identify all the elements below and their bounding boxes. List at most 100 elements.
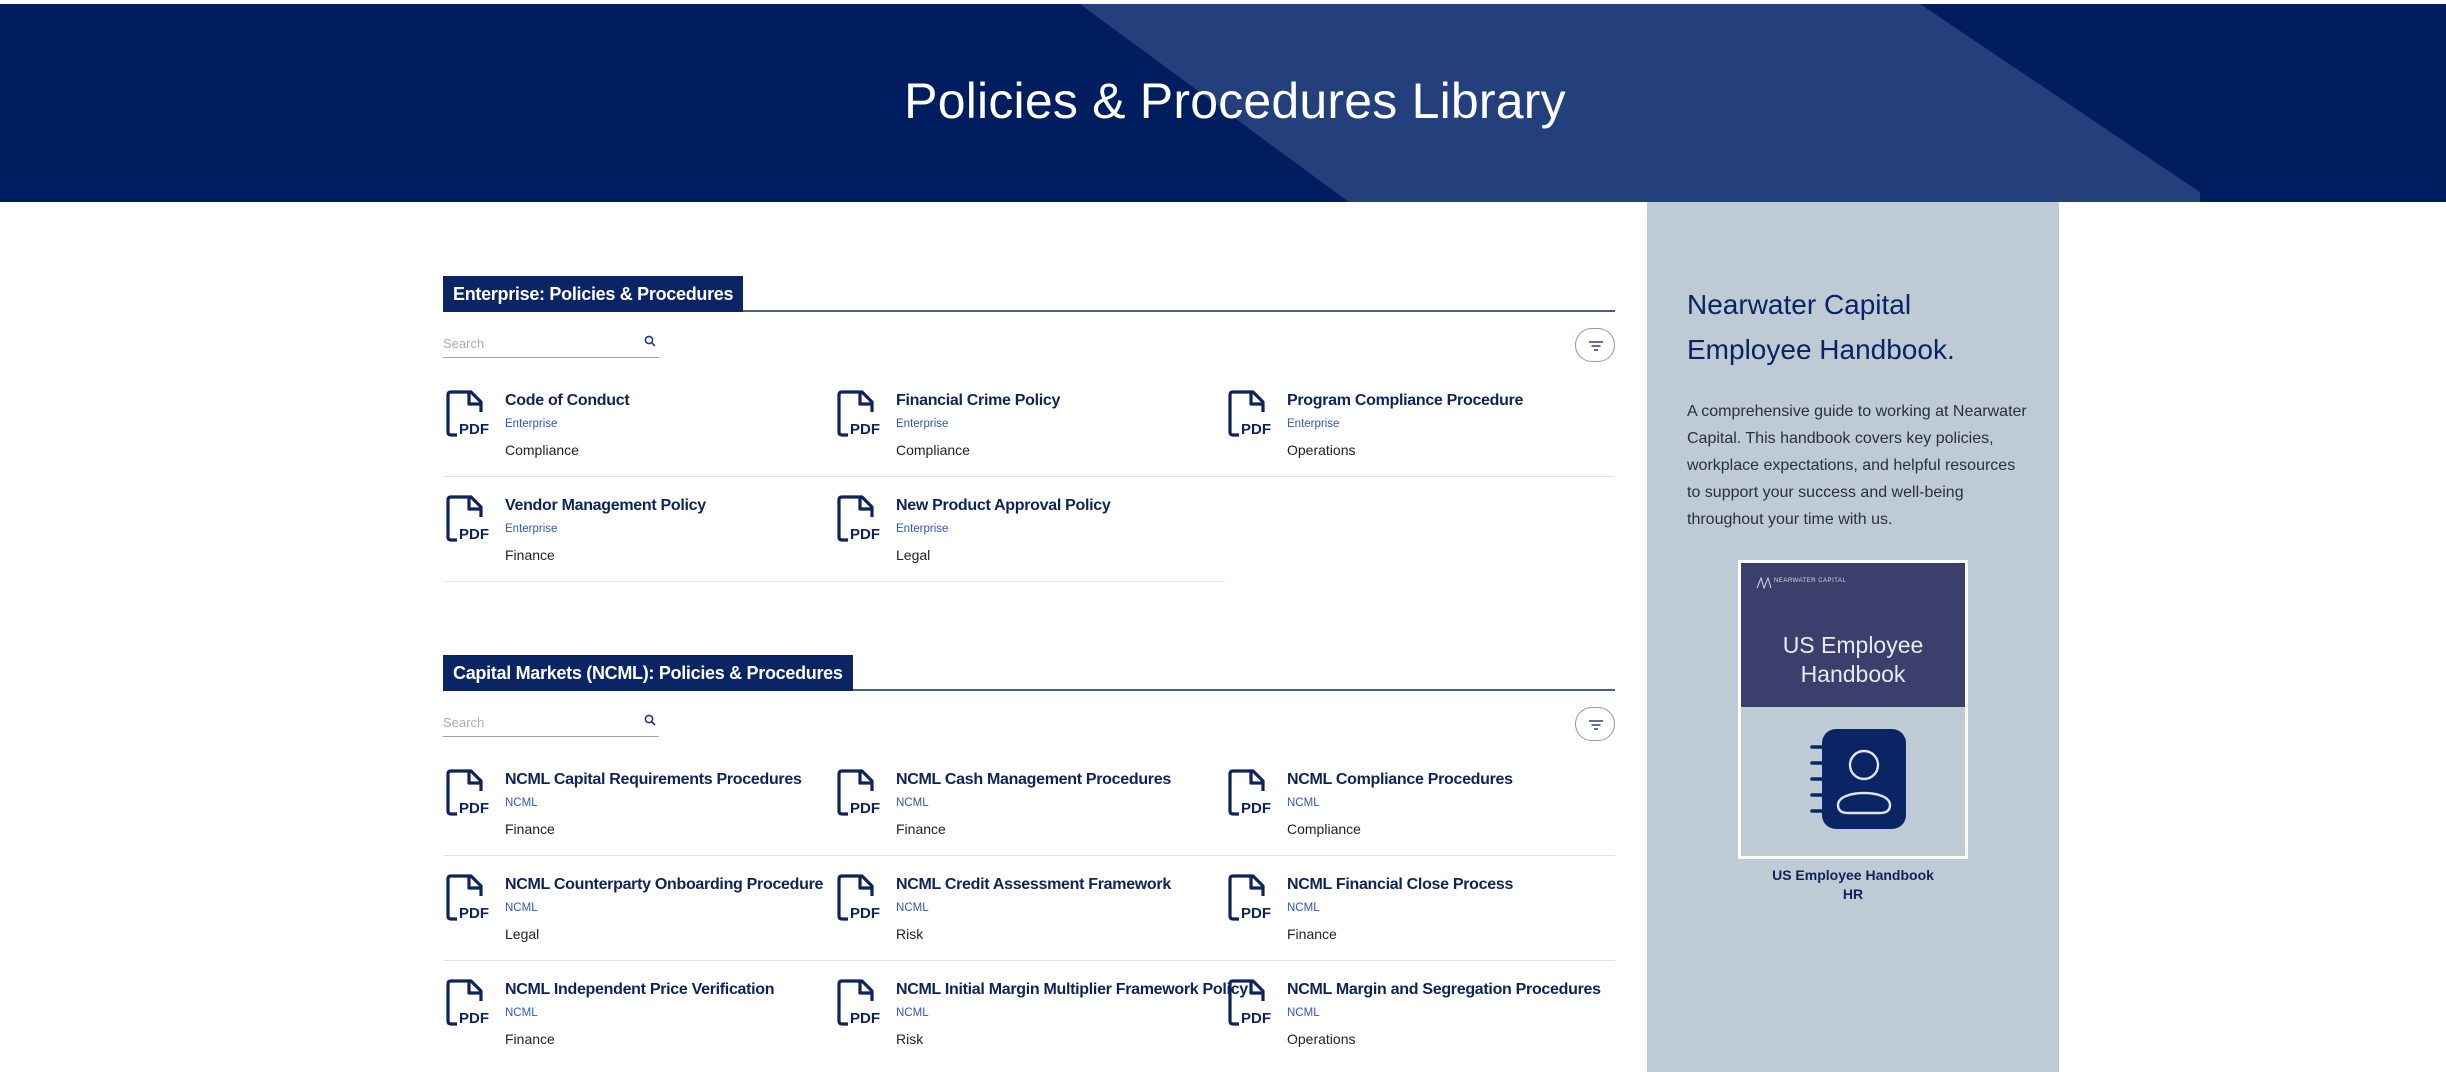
document-card[interactable]: PDF Code of Conduct Enterprise Compliance — [443, 372, 834, 477]
pdf-icon: PDF — [837, 390, 880, 438]
document-card[interactable]: PDF NCML Compliance Procedures NCML Complia… — [1225, 751, 1615, 856]
handbook-cover-top: NEARWATER CAPITAL US Employee Handbook — [1741, 563, 1965, 707]
document-title[interactable]: Program Compliance Procedure — [1287, 392, 1523, 410]
handbook-caption-title: US Employee Handbook — [1772, 867, 1934, 883]
pdf-icon: PDF — [446, 874, 489, 922]
search-input[interactable] — [443, 711, 633, 733]
search-box — [443, 328, 659, 358]
document-title[interactable]: NCML Counterparty Onboarding Procedure — [505, 876, 823, 894]
svg-text:PDF: PDF — [850, 800, 880, 817]
document-title[interactable]: Financial Crime Policy — [896, 392, 1060, 410]
document-card[interactable]: PDF NCML Initial Margin Multiplier Framew… — [834, 961, 1248, 1066]
pdf-icon: PDF — [1228, 390, 1271, 438]
document-card[interactable]: PDF Financial Crime Policy Enterprise Compl… — [834, 372, 1225, 477]
document-category: Finance — [505, 821, 555, 837]
section-header: Capital Markets (NCML): Policies & Proce… — [443, 655, 1615, 691]
svg-text:PDF: PDF — [459, 421, 489, 438]
svg-text:PDF: PDF — [850, 421, 880, 438]
sidebar-title: Nearwater Capital Employee Handbook. — [1687, 289, 1955, 365]
ncml-section: Capital Markets (NCML): Policies & Proce… — [443, 655, 1615, 1066]
search-icon[interactable] — [643, 334, 657, 348]
document-title[interactable]: Vendor Management Policy — [505, 497, 706, 515]
svg-text:PDF: PDF — [459, 1010, 489, 1027]
document-category: Finance — [505, 547, 555, 563]
document-card[interactable]: PDF NCML Margin and Segregation Procedure… — [1225, 961, 1615, 1066]
document-title[interactable]: NCML Independent Price Verification — [505, 981, 775, 999]
document-tag: NCML — [896, 1007, 929, 1019]
filter-button[interactable] — [1575, 707, 1615, 741]
document-title[interactable]: NCML Financial Close Process — [1287, 876, 1513, 894]
search-row — [443, 312, 1615, 372]
document-tag: Enterprise — [505, 523, 558, 535]
document-category: Operations — [1287, 442, 1356, 458]
document-tag: NCML — [896, 797, 929, 809]
pdf-icon: PDF — [837, 495, 880, 543]
document-card[interactable]: PDF New Product Approval Policy Enterprise… — [834, 477, 1225, 582]
document-category: Risk — [896, 926, 924, 942]
document-category: Compliance — [896, 442, 970, 458]
filter-icon — [1589, 341, 1603, 351]
document-tag: Enterprise — [505, 418, 558, 430]
pdf-icon: PDF — [1228, 874, 1271, 922]
svg-text:PDF: PDF — [459, 800, 489, 817]
svg-text:PDF: PDF — [850, 1010, 880, 1027]
document-title[interactable]: NCML Cash Management Procedures — [896, 771, 1171, 789]
pdf-icon: PDF — [1228, 979, 1271, 1027]
nearwater-logo-icon — [1756, 577, 1772, 589]
document-tag: NCML — [505, 1007, 538, 1019]
pdf-icon: PDF — [837, 769, 880, 817]
document-card[interactable]: PDF NCML Financial Close Process NCML Finan… — [1225, 856, 1615, 961]
pdf-icon: PDF — [446, 769, 489, 817]
document-category: Legal — [896, 547, 931, 563]
document-tag: NCML — [1287, 797, 1320, 809]
document-tag: NCML — [1287, 902, 1320, 914]
document-title[interactable]: NCML Initial Margin Multiplier Framework… — [896, 981, 1248, 999]
document-tag: NCML — [505, 797, 538, 809]
pdf-icon: PDF — [837, 979, 880, 1027]
document-card[interactable]: PDF NCML Credit Assessment Framework NCML R… — [834, 856, 1225, 961]
pdf-icon: PDF — [446, 390, 489, 438]
handbook-cover[interactable]: NEARWATER CAPITAL US Employee Handbook — [1738, 560, 1968, 859]
document-grid: PDF Code of Conduct Enterprise Compliance PD… — [443, 372, 1615, 582]
pdf-icon: PDF — [446, 495, 489, 543]
section-title: Capital Markets (NCML): Policies & Proce… — [443, 655, 853, 691]
library-main: Enterprise: Policies & Procedures PDF Cod… — [443, 202, 1615, 1066]
document-title[interactable]: Code of Conduct — [505, 392, 630, 410]
sidebar-description: A comprehensive guide to working at Near… — [1687, 403, 2027, 528]
document-card[interactable]: PDF Program Compliance Procedure Enterpris… — [1225, 372, 1615, 477]
document-title[interactable]: New Product Approval Policy — [896, 497, 1111, 515]
svg-text:PDF: PDF — [850, 526, 880, 543]
handbook-caption-subtitle: HR — [1842, 886, 1864, 902]
document-card[interactable]: PDF NCML Capital Requirements Procedures N… — [443, 751, 834, 856]
document-tag: NCML — [896, 902, 929, 914]
document-category: Finance — [896, 821, 946, 837]
filter-button[interactable] — [1575, 328, 1615, 362]
svg-text:PDF: PDF — [1241, 905, 1271, 922]
document-title[interactable]: NCML Capital Requirements Procedures — [505, 771, 802, 789]
handbook-cover-bottom — [1741, 707, 1965, 856]
document-card[interactable]: PDF NCML Counterparty Onboarding Procedur… — [443, 856, 834, 961]
svg-text:PDF: PDF — [1241, 1010, 1271, 1027]
pdf-icon: PDF — [1228, 769, 1271, 817]
document-card[interactable]: PDF NCML Independent Price Verification NC… — [443, 961, 834, 1066]
page-header: Policies & Procedures Library — [0, 4, 2446, 202]
section-header: Enterprise: Policies & Procedures — [443, 276, 1615, 312]
filter-icon — [1589, 720, 1603, 730]
document-title[interactable]: NCML Compliance Procedures — [1287, 771, 1513, 789]
search-icon[interactable] — [643, 713, 657, 727]
svg-text:PDF: PDF — [1241, 800, 1271, 817]
document-title[interactable]: NCML Credit Assessment Framework — [896, 876, 1171, 894]
handbook-sidebar: Nearwater Capital Employee Handbook. A c… — [1647, 202, 2059, 1072]
document-card[interactable]: PDF NCML Cash Management Procedures NCML Fi… — [834, 751, 1225, 856]
pdf-icon: PDF — [837, 874, 880, 922]
svg-text:PDF: PDF — [850, 905, 880, 922]
document-title[interactable]: NCML Margin and Segregation Procedures — [1287, 981, 1601, 999]
search-input[interactable] — [443, 332, 633, 354]
document-category: Finance — [505, 1031, 555, 1047]
handbook-caption[interactable]: US Employee Handbook HR — [1727, 866, 1979, 904]
document-card[interactable]: PDF Vendor Management Policy Enterprise Fin… — [443, 477, 834, 582]
svg-text:PDF: PDF — [459, 526, 489, 543]
document-category: Finance — [1287, 926, 1337, 942]
search-row — [443, 691, 1615, 751]
section-title: Enterprise: Policies & Procedures — [443, 276, 744, 312]
